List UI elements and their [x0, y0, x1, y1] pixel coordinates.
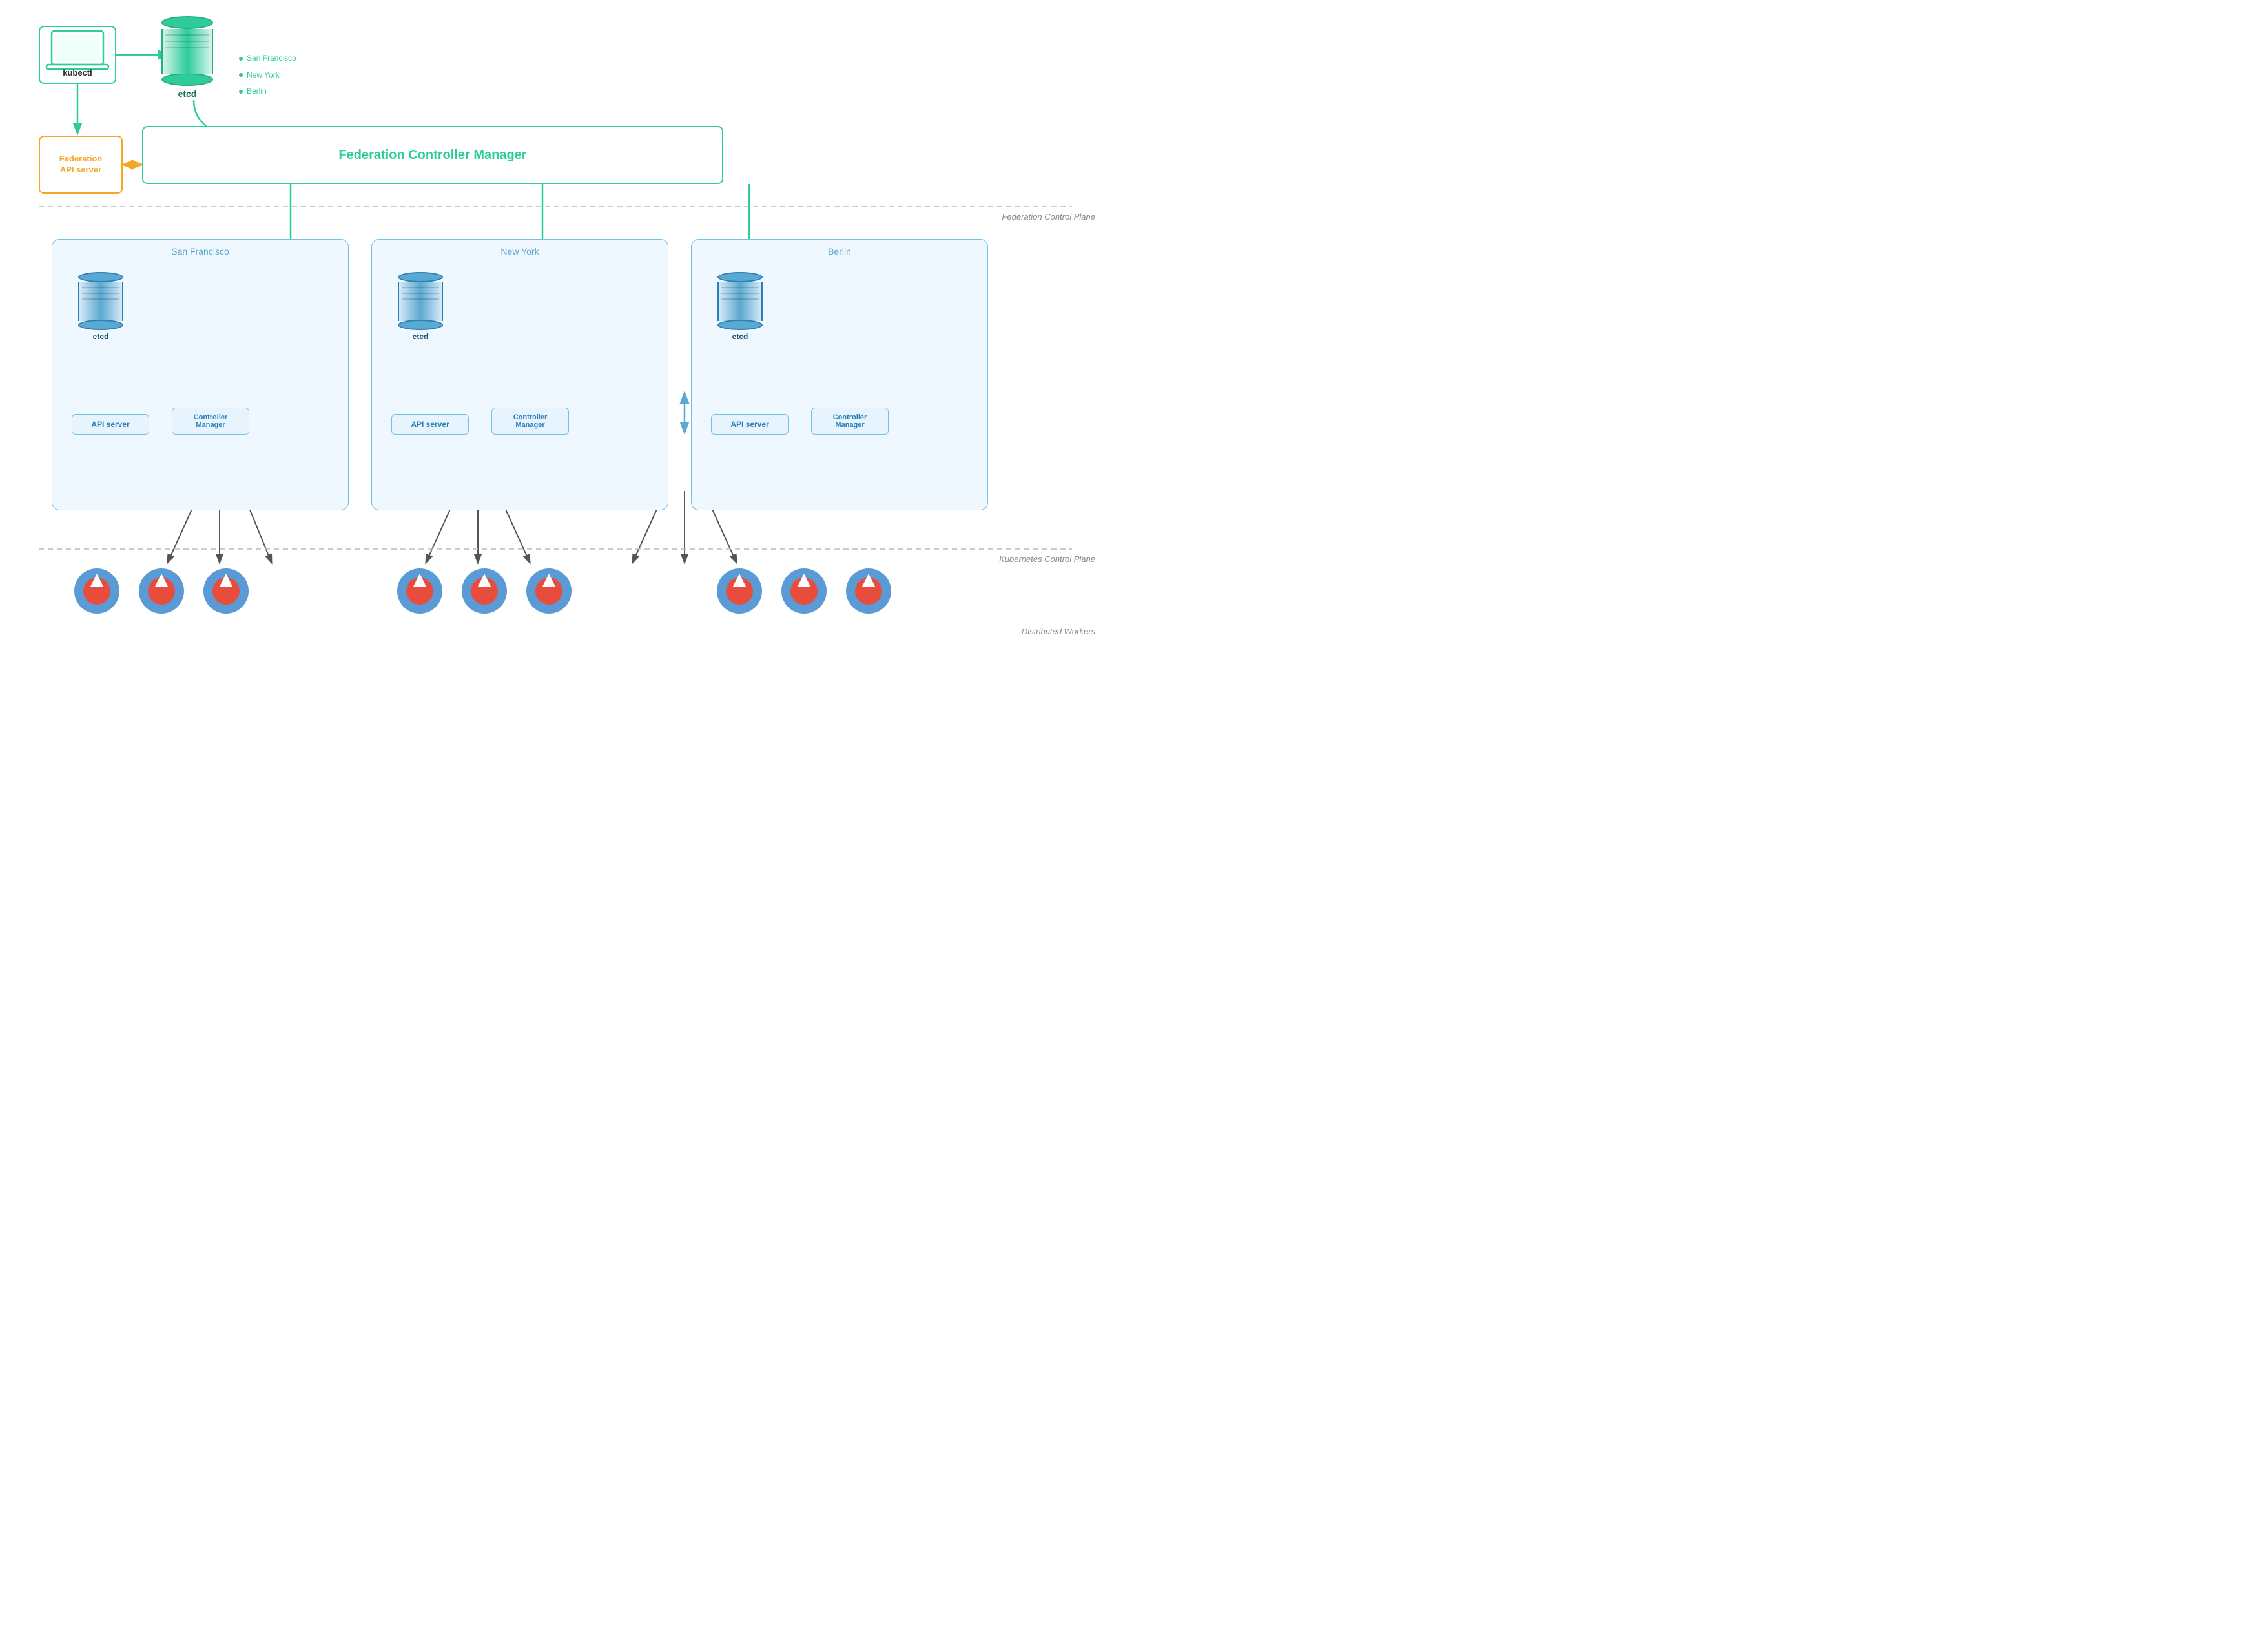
etcd-sf-label: etcd [93, 332, 109, 341]
cm-berlin: ControllerManager [811, 408, 889, 435]
cm-sf: ControllerManager [172, 408, 249, 435]
cluster-sf: San Francisco etcd API server Controller… [52, 239, 349, 510]
etcd-berlin-label: etcd [732, 332, 748, 341]
api-server-ny: API server [391, 414, 469, 435]
etcd-ny-cylinder: etcd [398, 272, 443, 341]
worker-sf-2 [139, 568, 184, 614]
kubernetes-plane-label: Kubernetes Control Plane [999, 554, 1095, 564]
worker-ny-2 [462, 568, 507, 614]
federation-plane-label: Federation Control Plane [1002, 212, 1095, 222]
kubectl-label: kubectl [63, 68, 92, 78]
cluster-ny-label: New York [372, 246, 668, 256]
worker-ny-3 [526, 568, 572, 614]
workers-ny [397, 568, 572, 614]
loc-ny: New York [247, 68, 280, 83]
cm-ny-label: ControllerManager [513, 413, 548, 429]
etcd-sf-cylinder: etcd [78, 272, 123, 341]
cluster-berlin: Berlin etcd API server ControllerManager [691, 239, 988, 510]
distributed-workers-label: Distributed Workers [1022, 627, 1095, 636]
federation-cm-label: Federation Controller Manager [338, 148, 526, 163]
loc-sf: San Francisco [247, 52, 296, 66]
loc-berlin: Berlin [247, 85, 267, 99]
diagram: kubectl etcd San Francisco New York Berl… [0, 0, 1134, 816]
cm-ny: ControllerManager [491, 408, 569, 435]
workers-sf [74, 568, 249, 614]
etcd-berlin-cylinder: etcd [717, 272, 763, 341]
federation-api-box: FederationAPI server [39, 136, 123, 194]
kubectl-box: kubectl [39, 26, 116, 84]
cm-sf-label: ControllerManager [194, 413, 228, 429]
worker-berlin-2 [781, 568, 827, 614]
worker-ny-1 [397, 568, 442, 614]
workers-berlin [717, 568, 891, 614]
worker-sf-3 [203, 568, 249, 614]
api-server-berlin: API server [711, 414, 789, 435]
worker-berlin-1 [717, 568, 762, 614]
cluster-ny: New York etcd API server ControllerManag… [371, 239, 668, 510]
etcd-top: etcd [161, 16, 213, 99]
etcd-berlin: etcd [717, 272, 763, 341]
worker-sf-1 [74, 568, 119, 614]
worker-berlin-3 [846, 568, 891, 614]
laptop-icon [45, 28, 110, 73]
etcd-cylinder-top: etcd [161, 16, 213, 99]
etcd-ny: etcd [398, 272, 443, 341]
etcd-ny-label: etcd [413, 332, 429, 341]
cluster-berlin-label: Berlin [692, 246, 987, 256]
etcd-locations: San Francisco New York Berlin [239, 52, 296, 99]
federation-cm-box: Federation Controller Manager [142, 126, 723, 184]
cluster-sf-label: San Francisco [52, 246, 348, 256]
api-server-sf: API server [72, 414, 149, 435]
federation-api-label: FederationAPI server [59, 154, 102, 176]
cm-berlin-label: ControllerManager [833, 413, 867, 429]
etcd-top-label: etcd [178, 88, 197, 99]
etcd-sf: etcd [78, 272, 123, 341]
